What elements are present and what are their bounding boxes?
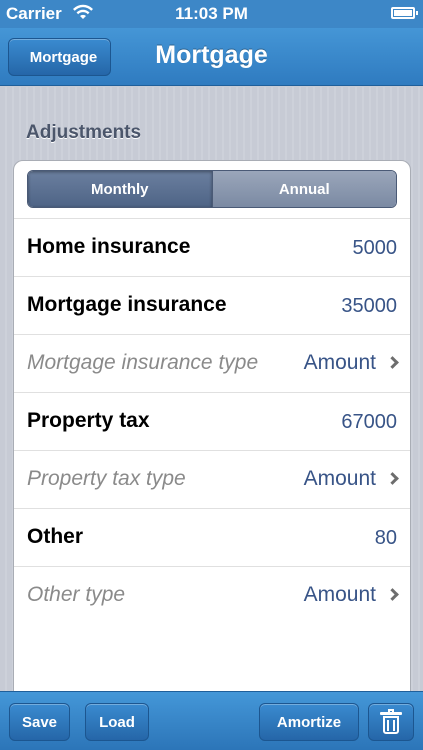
- clock: 11:03 PM: [175, 4, 248, 23]
- row-home-insurance[interactable]: Home insurance 5000: [14, 219, 410, 277]
- row-label: Home insurance: [27, 235, 191, 258]
- navigation-bar: Mortgage Mortgage: [0, 28, 423, 86]
- load-button[interactable]: Load: [85, 703, 149, 741]
- status-bar: Carrier 11:03 PM: [0, 0, 423, 28]
- row-value[interactable]: 80: [375, 527, 397, 550]
- save-button[interactable]: Save: [9, 703, 70, 741]
- trash-icon: [380, 709, 402, 734]
- row-mortgage-insurance[interactable]: Mortgage insurance 35000: [14, 277, 410, 335]
- row-value: Amount: [303, 467, 376, 490]
- content-area: Adjustments Monthly Annual Home insuranc…: [0, 87, 423, 712]
- adjustments-list: Home insurance 5000 Mortgage insurance 3…: [14, 219, 410, 625]
- segmented-row: Monthly Annual: [14, 161, 410, 219]
- row-label: Other: [27, 525, 84, 548]
- row-other-type[interactable]: Other type Amount: [14, 567, 410, 625]
- row-value[interactable]: 35000: [341, 295, 397, 318]
- row-property-tax[interactable]: Property tax 67000: [14, 393, 410, 451]
- row-label: Property tax: [27, 409, 150, 432]
- section-header: Adjustments: [26, 122, 142, 143]
- chevron-right-icon: [386, 356, 399, 369]
- row-label: Property tax type: [27, 467, 186, 490]
- row-mortgage-insurance-type[interactable]: Mortgage insurance type Amount: [14, 335, 410, 393]
- chevron-right-icon: [386, 472, 399, 485]
- chevron-right-icon: [386, 588, 399, 601]
- row-label: Other type: [27, 583, 126, 606]
- delete-button[interactable]: [368, 703, 414, 741]
- row-label: Mortgage insurance type: [27, 351, 259, 374]
- row-value[interactable]: 67000: [341, 411, 397, 434]
- bottom-toolbar: Save Load Amortize: [0, 691, 423, 750]
- row-value: Amount: [303, 583, 376, 606]
- battery-icon: [391, 7, 418, 19]
- period-segmented-control: Monthly Annual: [27, 170, 397, 208]
- row-other[interactable]: Other 80: [14, 509, 410, 567]
- page-title: Mortgage: [155, 41, 268, 69]
- adjustments-group: Monthly Annual Home insurance 5000 Mortg…: [13, 160, 411, 712]
- row-value: Amount: [303, 351, 376, 374]
- row-property-tax-type[interactable]: Property tax type Amount: [14, 451, 410, 509]
- amortize-button[interactable]: Amortize: [259, 703, 359, 741]
- segment-monthly[interactable]: Monthly: [28, 171, 212, 207]
- segment-annual[interactable]: Annual: [211, 171, 396, 207]
- row-label: Mortgage insurance: [27, 293, 227, 316]
- row-value[interactable]: 5000: [353, 237, 398, 260]
